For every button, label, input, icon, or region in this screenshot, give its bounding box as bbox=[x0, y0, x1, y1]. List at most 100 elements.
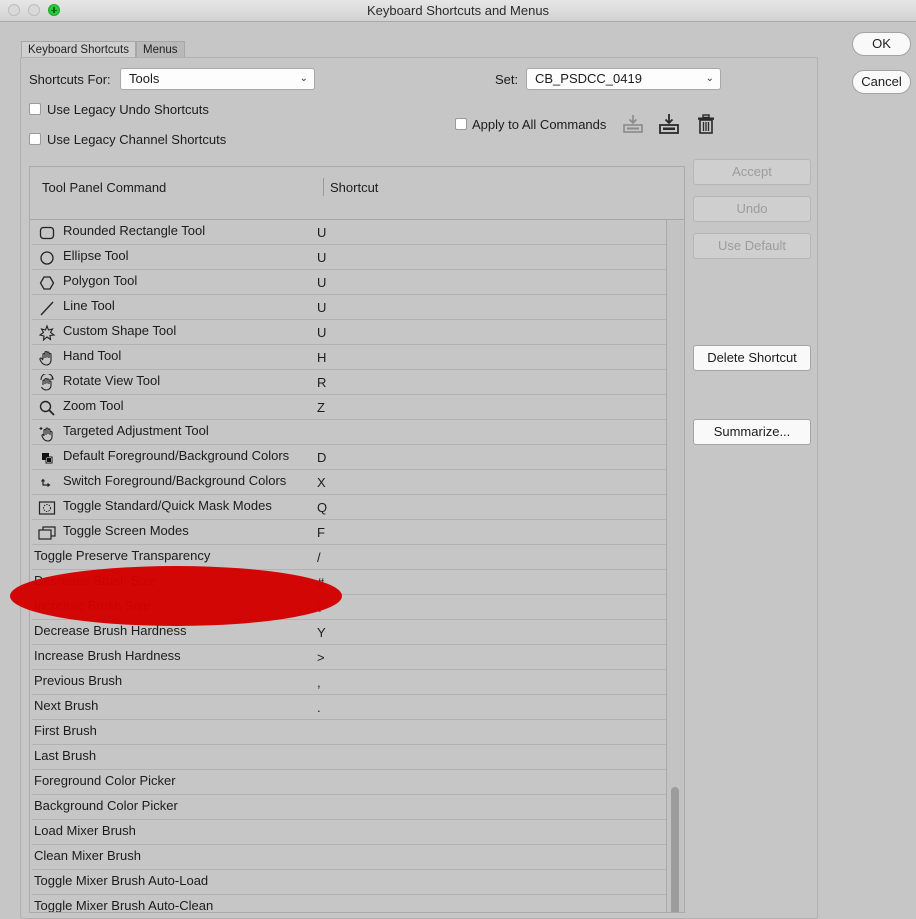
shortcut-key[interactable]: Y bbox=[317, 625, 326, 640]
shortcut-key[interactable]: Q bbox=[317, 500, 327, 515]
table-row[interactable]: Decrease Brush Size # bbox=[32, 570, 666, 595]
shortcut-key[interactable]: U bbox=[317, 275, 326, 290]
shortcut-key[interactable]: U bbox=[317, 325, 326, 340]
table-header: Tool Panel Command Shortcut bbox=[30, 167, 684, 220]
command-name: Switch Foreground/Background Colors bbox=[63, 473, 287, 488]
command-name: Foreground Color Picker bbox=[34, 773, 176, 788]
table-row[interactable]: Rotate View Tool R bbox=[32, 370, 666, 395]
line-icon bbox=[40, 301, 54, 316]
command-name: Load Mixer Brush bbox=[34, 823, 136, 838]
accept-button[interactable]: Accept bbox=[693, 159, 811, 185]
command-name: Zoom Tool bbox=[63, 398, 124, 413]
table-row[interactable]: Hand Tool H bbox=[32, 345, 666, 370]
shortcuts-for-value: Tools bbox=[129, 71, 160, 86]
set-select[interactable]: CB_PSDCC_0419 ⌄ bbox=[526, 68, 721, 90]
table-row[interactable]: Next Brush . bbox=[32, 695, 666, 720]
command-name: Custom Shape Tool bbox=[63, 323, 177, 338]
table-row[interactable]: Toggle Screen Modes F bbox=[32, 520, 666, 545]
legacy-channel-checkbox[interactable] bbox=[29, 133, 41, 145]
undo-button[interactable]: Undo bbox=[693, 196, 811, 222]
table-row[interactable]: Switch Foreground/Background Colors X bbox=[32, 470, 666, 495]
shortcut-key[interactable]: / bbox=[317, 550, 321, 565]
shortcut-key[interactable]: D bbox=[317, 450, 326, 465]
table-row[interactable]: First Brush bbox=[32, 720, 666, 745]
apply-all-label: Apply to All Commands bbox=[472, 117, 607, 132]
zoom-icon bbox=[39, 400, 55, 416]
table-row[interactable]: Toggle Standard/Quick Mask Modes Q bbox=[32, 495, 666, 520]
command-name: Polygon Tool bbox=[63, 273, 138, 288]
rounded-rectangle-icon bbox=[39, 226, 55, 240]
table-row[interactable]: Increase Brush Hardness > bbox=[32, 645, 666, 670]
summarize-button[interactable]: Summarize... bbox=[693, 419, 811, 445]
cancel-button[interactable]: Cancel bbox=[852, 70, 911, 94]
tab-menus[interactable]: Menus bbox=[136, 41, 185, 58]
shortcuts-for-label: Shortcuts For: bbox=[29, 72, 111, 87]
table-row[interactable]: Load Mixer Brush bbox=[32, 820, 666, 845]
table-row[interactable]: Decrease Brush Hardness Y bbox=[32, 620, 666, 645]
shortcuts-for-select[interactable]: Tools ⌄ bbox=[120, 68, 315, 90]
shortcut-key[interactable]: F bbox=[317, 525, 325, 540]
save-set-as-icon[interactable] bbox=[658, 113, 680, 135]
shortcut-key[interactable]: > bbox=[317, 650, 325, 665]
column-header-shortcut[interactable]: Shortcut bbox=[330, 180, 378, 195]
table-row[interactable]: Default Foreground/Background Colors D bbox=[32, 445, 666, 470]
shortcut-key[interactable]: H bbox=[317, 350, 326, 365]
scrollbar-thumb[interactable] bbox=[671, 787, 679, 912]
apply-all-checkbox[interactable] bbox=[455, 118, 467, 130]
column-header-command[interactable]: Tool Panel Command bbox=[42, 180, 166, 195]
shortcut-key[interactable]: . bbox=[317, 700, 321, 715]
table-row[interactable]: Toggle Mixer Brush Auto-Load bbox=[32, 870, 666, 895]
shortcut-key[interactable]: X bbox=[317, 475, 326, 490]
table-row[interactable]: Line Tool U bbox=[32, 295, 666, 320]
shortcut-key[interactable]: \ bbox=[317, 600, 321, 615]
set-label: Set: bbox=[495, 72, 519, 87]
table-row[interactable]: Rounded Rectangle Tool U bbox=[32, 220, 666, 245]
command-name: Decrease Brush Size bbox=[34, 573, 157, 588]
table-row[interactable]: Ellipse Tool U bbox=[32, 245, 666, 270]
ellipse-icon bbox=[40, 251, 54, 265]
table-row[interactable]: Toggle Preserve Transparency / bbox=[32, 545, 666, 570]
command-name: Line Tool bbox=[63, 298, 115, 313]
table-row[interactable]: Polygon Tool U bbox=[32, 270, 666, 295]
ok-button[interactable]: OK bbox=[852, 32, 911, 56]
table-row[interactable]: Custom Shape Tool U bbox=[32, 320, 666, 345]
shortcut-key[interactable]: R bbox=[317, 375, 326, 390]
command-name: Background Color Picker bbox=[34, 798, 178, 813]
screen-modes-icon bbox=[38, 526, 56, 540]
table-row[interactable]: Clean Mixer Brush bbox=[32, 845, 666, 870]
set-value: CB_PSDCC_0419 bbox=[535, 71, 642, 86]
command-name: Rotate View Tool bbox=[63, 373, 161, 388]
table-row[interactable]: Targeted Adjustment Tool bbox=[32, 420, 666, 445]
default-colors-icon bbox=[42, 453, 53, 464]
rotate-view-icon bbox=[40, 374, 54, 391]
table-row[interactable]: Zoom Tool Z bbox=[32, 395, 666, 420]
shortcut-key[interactable]: , bbox=[317, 675, 321, 690]
legacy-undo-checkbox[interactable] bbox=[29, 103, 41, 115]
command-name: Toggle Preserve Transparency bbox=[34, 548, 211, 563]
shortcut-key[interactable]: U bbox=[317, 300, 326, 315]
column-divider bbox=[323, 178, 324, 196]
shortcut-key[interactable]: Z bbox=[317, 400, 325, 415]
command-name: Decrease Brush Hardness bbox=[34, 623, 187, 638]
table-row[interactable]: Toggle Mixer Brush Auto-Clean bbox=[32, 895, 666, 912]
tab-keyboard-shortcuts[interactable]: Keyboard Shortcuts bbox=[21, 41, 137, 58]
trash-icon[interactable] bbox=[695, 113, 717, 135]
legacy-undo-label: Use Legacy Undo Shortcuts bbox=[47, 102, 209, 117]
table-row[interactable]: Previous Brush , bbox=[32, 670, 666, 695]
shortcut-key[interactable]: U bbox=[317, 225, 326, 240]
table-row[interactable]: Foreground Color Picker bbox=[32, 770, 666, 795]
title-bar: Keyboard Shortcuts and Menus bbox=[0, 0, 916, 22]
save-set-icon[interactable] bbox=[622, 113, 644, 135]
use-default-button[interactable]: Use Default bbox=[693, 233, 811, 259]
command-name: Ellipse Tool bbox=[63, 248, 129, 263]
table-row[interactable]: Background Color Picker bbox=[32, 795, 666, 820]
command-name: Increase Brush Size bbox=[34, 598, 151, 613]
delete-shortcut-button[interactable]: Delete Shortcut bbox=[693, 345, 811, 371]
command-name: Clean Mixer Brush bbox=[34, 848, 141, 863]
shortcut-key[interactable]: # bbox=[317, 575, 324, 590]
command-name: Increase Brush Hardness bbox=[34, 648, 181, 663]
shortcut-key[interactable]: U bbox=[317, 250, 326, 265]
table-row[interactable]: Last Brush bbox=[32, 745, 666, 770]
command-name: Toggle Standard/Quick Mask Modes bbox=[63, 498, 272, 513]
table-row[interactable]: Increase Brush Size \ bbox=[32, 595, 666, 620]
